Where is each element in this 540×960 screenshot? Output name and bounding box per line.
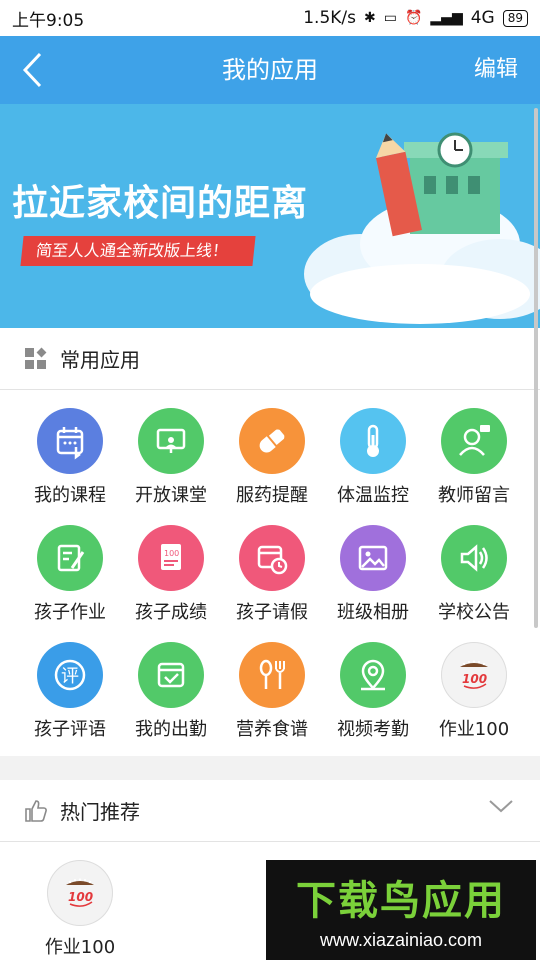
app-tile[interactable]: 孩子请假 [222,525,322,624]
app-tile[interactable]: 100 作业100 [30,860,130,959]
app-tile[interactable]: 服药提醒 [222,408,322,507]
app-tile-label: 孩子作业 [34,602,106,623]
location-pin-icon [340,642,406,708]
app-tile-label: 作业100 [438,719,510,740]
status-time: 上午9:05 [12,10,85,31]
app-tile[interactable]: 体温监控 [323,408,423,507]
battery-level: 89 [502,9,528,27]
comment-ping-icon: 评 [37,642,103,708]
homework100-logo-icon: 100 [441,642,507,708]
app-tile[interactable]: 教师留言 [424,408,524,507]
watermark-url: www.xiazainiao.com [319,930,483,950]
app-tile[interactable]: 班级相册 [323,525,423,624]
banner-tagline: 简至人人通全新改版上线！ [20,236,256,266]
app-tile-label: 营养食谱 [236,719,308,740]
hot-recommend-title: 热门推荐 [60,800,140,824]
svg-text:100: 100 [462,672,487,686]
app-tile-label: 教师留言 [438,485,510,506]
page-title: 我的应用 [222,56,318,84]
app-tile[interactable]: 开放课堂 [121,408,221,507]
classroom-screen-icon [138,408,204,474]
watermark-title: 下载鸟应用 [296,878,506,924]
app-tile-label: 孩子成绩 [135,602,207,623]
pill-icon [239,408,305,474]
svg-text:100: 100 [68,890,93,904]
back-arrow-icon [22,52,42,88]
teacher-message-icon [441,408,507,474]
app-tile-label: 体温监控 [337,485,409,506]
thermometer-icon [340,408,406,474]
spoon-fork-icon [239,642,305,708]
score-report-icon: 100 [138,525,204,591]
app-tile-label: 我的课程 [34,485,106,506]
edit-button[interactable]: 编辑 [474,36,518,104]
app-tile[interactable]: 我的课程 [20,408,120,507]
svg-text:100: 100 [164,549,179,558]
app-tile-label: 视频考勤 [337,719,409,740]
back-button[interactable] [12,50,52,90]
svg-text:评: 评 [61,666,79,687]
network-type: 4G [470,8,495,28]
hot-recommend-header[interactable]: 热门推荐 [0,780,540,842]
bluetooth-icon: ✱ [364,10,376,26]
app-tile[interactable]: 我的出勤 [121,642,221,741]
grid-apps-icon [25,347,47,369]
app-tile[interactable]: 100 孩子成绩 [121,525,221,624]
calendar-check-icon [138,642,204,708]
thumbs-up-icon [25,799,47,822]
app-tile[interactable]: 学校公告 [424,525,524,624]
app-tile-label: 孩子请假 [236,602,308,623]
school-building-illustration [304,132,540,324]
photo-album-icon [340,525,406,591]
app-tile-label: 班级相册 [337,602,409,623]
common-apps-title: 常用应用 [60,348,140,372]
app-tile[interactable]: 营养食谱 [222,642,322,741]
status-indicators: 1.5K/s ✱ ▭ ⏰ ▂▄▆ 4G 89 [303,8,528,28]
app-tile-label: 孩子评语 [34,719,106,740]
alarm-icon: ⏰ [404,10,423,26]
status-bar: 上午9:05 1.5K/s ✱ ▭ ⏰ ▂▄▆ 4G 89 [0,0,540,36]
banner-headline: 拉近家校间的距离 [12,183,309,224]
calendar-clock-icon [239,525,305,591]
calendar-touch-icon [37,408,103,474]
vibrate-icon: ▭ [383,10,397,26]
app-tile[interactable]: 评孩子评语 [20,642,120,741]
app-tile[interactable]: 视频考勤 [323,642,423,741]
promo-banner[interactable]: 拉近家校间的距离 简至人人通全新改版上线！ [0,104,540,328]
app-tile-label: 我的出勤 [135,719,207,740]
chevron-down-icon[interactable] [488,798,514,814]
network-speed: 1.5K/s [303,8,356,28]
watermark-logo: 下载鸟应用 www.xiazainiao.com [266,860,536,960]
app-tile-label: 开放课堂 [135,485,207,506]
homework-edit-icon [37,525,103,591]
app-tile-label: 作业100 [44,937,116,958]
app-tile[interactable]: 100 作业100 [424,642,524,741]
common-apps-header: 常用应用 [0,328,540,390]
speaker-icon [441,525,507,591]
signal-icon: ▂▄▆ [430,10,463,26]
app-bar: 我的应用 编辑 [0,36,540,104]
scrollbar[interactable] [534,108,538,628]
homework100-logo-icon: 100 [47,860,113,926]
app-tile-label: 学校公告 [438,602,510,623]
app-tile-label: 服药提醒 [236,485,308,506]
app-tile[interactable]: 孩子作业 [20,525,120,624]
